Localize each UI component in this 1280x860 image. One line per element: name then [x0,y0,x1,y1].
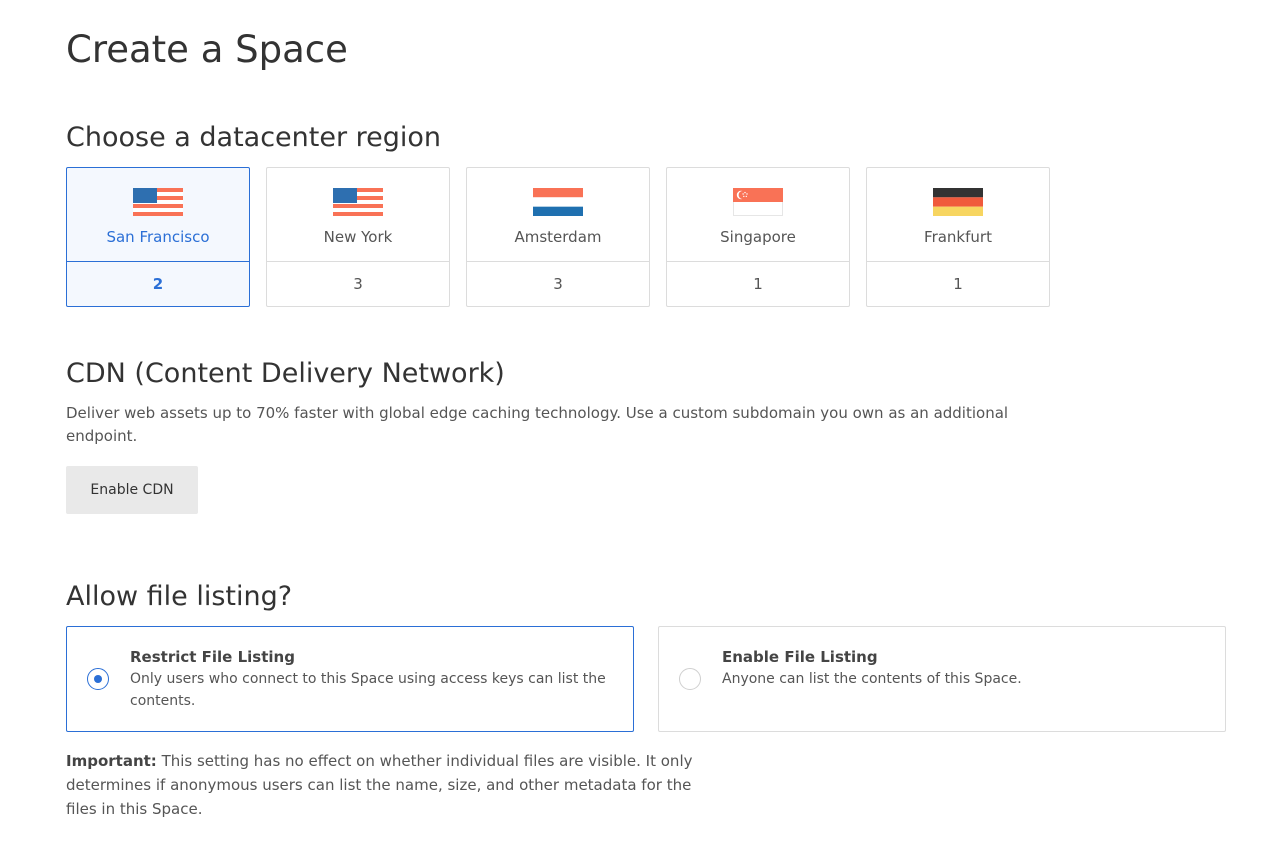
region-card-amsterdam[interactable]: Amsterdam 3 [466,167,650,307]
enable-file-listing-option[interactable]: Enable File Listing Anyone can list the … [658,626,1226,732]
restrict-file-listing-option[interactable]: Restrict File Listing Only users who con… [66,626,634,732]
page-title: Create a Space [66,28,348,71]
region-name: Amsterdam [514,228,602,246]
region-count: 2 [152,275,164,293]
option-description: Anyone can list the contents of this Spa… [722,671,1022,687]
region-section-title: Choose a datacenter region [66,122,442,153]
region-name: San Francisco [106,228,210,246]
region-name: New York [323,228,393,246]
radio-unselected[interactable] [679,668,701,690]
region-count: 3 [553,275,563,293]
option-description: Only users who connect to this Space usi… [130,671,606,709]
region-card-singapore[interactable]: Singapore 1 [666,167,850,307]
option-title: Restrict File Listing [130,648,295,666]
region-card-frankfurt[interactable]: Frankfurt 1 [866,167,1050,307]
region-count: 1 [753,275,763,293]
important-note: Important: This setting has no effect on… [66,749,726,821]
listing-section-title: Allow file listing? [66,581,293,612]
radio-selected[interactable] [87,668,109,690]
region-count: 3 [353,275,363,293]
cdn-section-title: CDN (Content Delivery Network) [66,358,505,389]
option-title: Enable File Listing [722,648,878,666]
cdn-description: Deliver web assets up to 70% faster with… [66,404,1009,445]
region-name: Frankfurt [924,228,992,246]
us-flag-icon [133,188,183,216]
region-count: 1 [953,275,963,293]
important-text: This setting has no effect on whether in… [66,752,693,818]
radio-dot [94,675,102,683]
region-card-san-francisco[interactable]: San Francisco 2 [66,167,250,307]
sg-flag-icon [733,188,783,216]
us-flag-icon [333,188,383,216]
region-name: Singapore [720,228,796,246]
region-list: San Francisco 2 New York 3 Amsterdam 3 S… [66,167,1066,307]
important-label: Important: [66,752,157,770]
de-flag-icon [933,188,983,216]
region-card-new-york[interactable]: New York 3 [266,167,450,307]
enable-cdn-button[interactable]: Enable CDN [66,466,198,514]
nl-flag-icon [533,188,583,216]
